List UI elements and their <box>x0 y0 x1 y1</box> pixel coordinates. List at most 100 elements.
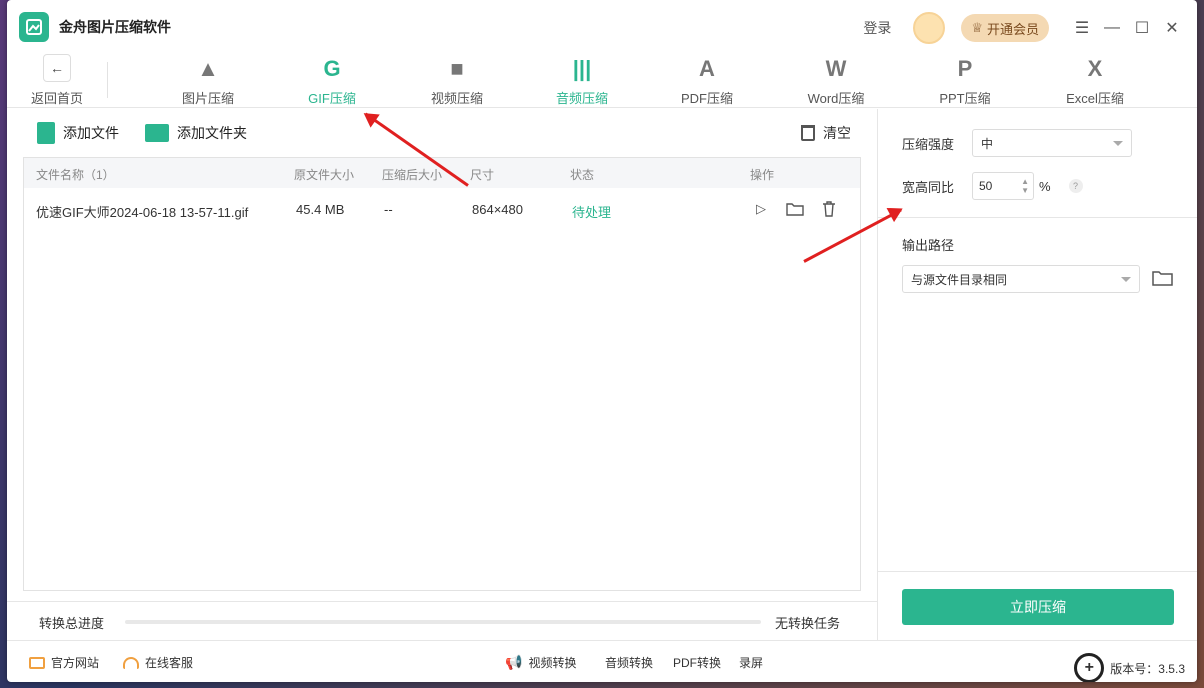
tool-audio-compress[interactable]: ||| 音频压缩 <box>537 54 627 107</box>
file-panel: 添加文件 添加文件夹 清空 文件名称（1） 原文件大小 压缩后大小 尺寸 状态 <box>7 109 877 640</box>
plus-circle-icon: + <box>1074 653 1105 682</box>
close-icon[interactable]: ✕ <box>1157 13 1187 43</box>
menu-icon[interactable]: ☰ <box>1067 13 1097 43</box>
monitor-icon <box>29 656 45 669</box>
pdf-convert-link[interactable]: PDF转换 <box>673 654 721 671</box>
help-icon[interactable]: ? <box>1068 179 1083 193</box>
table-header: 文件名称（1） 原文件大小 压缩后大小 尺寸 状态 操作 <box>24 158 860 188</box>
output-path-select[interactable]: 与源文件目录相同 <box>902 265 1140 293</box>
video-convert-label: 视频转换 <box>528 656 577 670</box>
version-info: + 版本号：3.5.3 <box>1074 653 1185 682</box>
avatar[interactable] <box>913 12 946 44</box>
file-table: 文件名称（1） 原文件大小 压缩后大小 尺寸 状态 操作 优速GIF大师2024… <box>23 157 861 591</box>
orig-size: 45.4 MB <box>296 202 345 217</box>
main-area: 添加文件 添加文件夹 清空 文件名称（1） 原文件大小 压缩后大小 尺寸 状态 <box>7 109 1197 640</box>
ratio-row: 宽高同比 50 ▲ ▼ % ? <box>902 172 1083 200</box>
col-dimension: 尺寸 <box>470 168 495 182</box>
browse-folder-icon[interactable] <box>1152 270 1174 289</box>
tool-label: 音频压缩 <box>555 91 608 106</box>
output-path-value: 与源文件目录相同 <box>911 272 1008 287</box>
chevron-down-icon <box>1113 140 1123 146</box>
tool-pdf-compress[interactable]: A PDF压缩 <box>662 54 752 107</box>
settings-divider-bottom <box>878 571 1197 572</box>
tool-word-compress[interactable]: W Word压缩 <box>791 54 881 107</box>
status-badge: 待处理 <box>572 205 612 220</box>
output-label-row: 输出路径 <box>902 235 954 254</box>
tool-label: PPT压缩 <box>939 91 991 106</box>
headset-icon <box>123 656 139 669</box>
vip-label: 开通会员 <box>986 21 1039 37</box>
video-convert-link[interactable]: 📢 视频转换 <box>505 654 576 671</box>
open-folder-icon[interactable] <box>786 200 804 218</box>
footer: 官方网站 在线客服 📢 视频转换 音频转换 PDF转换 录屏 + 版本号：3.5… <box>7 640 1197 682</box>
add-file-button[interactable]: 添加文件 <box>37 122 119 144</box>
folder-add-icon <box>145 124 169 142</box>
comp-size: -- <box>384 202 393 217</box>
tool-label: GIF压缩 <box>308 91 356 106</box>
record-link[interactable]: 录屏 <box>739 654 763 671</box>
col-status: 状态 <box>570 168 595 182</box>
official-site-link[interactable]: 官方网站 <box>29 654 99 671</box>
official-site-label: 官方网站 <box>51 656 100 670</box>
back-arrow-icon: ← <box>43 54 71 82</box>
tool-gif-compress[interactable]: G GIF压缩 <box>287 54 377 107</box>
ppt-icon: P <box>957 56 973 81</box>
tool-ppt-compress[interactable]: P PPT压缩 <box>920 54 1010 107</box>
vip-button[interactable]: ♕ 开通会员 <box>961 14 1049 42</box>
online-support-link[interactable]: 在线客服 <box>123 654 193 671</box>
table-row[interactable]: 优速GIF大师2024-06-18 13-57-11.gif 45.4 MB -… <box>24 188 860 230</box>
back-home-button[interactable]: ← 返回首页 <box>29 54 85 107</box>
add-folder-button[interactable]: 添加文件夹 <box>145 123 247 143</box>
tool-label: Word压缩 <box>807 91 865 106</box>
tool-excel-compress[interactable]: X Excel压缩 <box>1050 54 1140 107</box>
add-folder-label: 添加文件夹 <box>177 125 247 141</box>
gif-icon: G <box>323 56 341 81</box>
col-orig-size: 原文件大小 <box>294 168 355 182</box>
ratio-stepper[interactable]: 50 ▲ ▼ <box>972 172 1034 200</box>
settings-divider <box>878 217 1197 218</box>
app-title: 金舟图片压缩软件 <box>59 19 171 35</box>
tool-image-compress[interactable]: ▲ 图片压缩 <box>163 54 253 107</box>
minimize-icon[interactable]: — <box>1097 13 1127 43</box>
back-home-label: 返回首页 <box>30 91 83 106</box>
audio-icon: ||| <box>572 56 592 81</box>
maximize-icon[interactable]: ☐ <box>1127 13 1157 43</box>
chevron-down-icon <box>1121 276 1131 282</box>
progress-row: 转换总进度 无转换任务 <box>7 601 877 641</box>
app-window: 金舟图片压缩软件 登录 ♕ 开通会员 ☰ — ☐ ✕ ← 返回首页 ▲ 图片压缩… <box>7 0 1197 682</box>
stepper-arrows-icon[interactable]: ▲ ▼ <box>1021 177 1029 195</box>
progress-bar <box>125 620 761 624</box>
clear-button[interactable]: 清空 <box>801 123 851 143</box>
compress-now-button[interactable]: 立即压缩 <box>902 589 1174 625</box>
ratio-label: 宽高同比 <box>902 179 955 195</box>
title-bar: 金舟图片压缩软件 登录 ♕ 开通会员 ☰ — ☐ ✕ <box>7 0 1197 54</box>
video-icon: ■ <box>450 56 464 81</box>
dimension: 864×480 <box>472 202 523 217</box>
crown-icon: ♕ <box>971 20 983 35</box>
output-label: 输出路径 <box>902 238 955 253</box>
tool-video-compress[interactable]: ■ 视频压缩 <box>412 54 502 107</box>
delete-icon[interactable] <box>820 200 838 218</box>
progress-label: 转换总进度 <box>39 616 105 631</box>
col-comp-size: 压缩后大小 <box>382 168 443 182</box>
file-add-icon <box>37 122 55 144</box>
excel-icon: X <box>1087 56 1103 81</box>
strength-label: 压缩强度 <box>902 136 955 152</box>
toolbar: ← 返回首页 ▲ 图片压缩 G GIF压缩 ■ 视频压缩 ||| 音频压缩 A … <box>7 54 1197 108</box>
clear-label: 清空 <box>823 125 851 141</box>
toolbar-divider <box>107 62 108 98</box>
play-icon[interactable]: ▷ <box>752 200 770 218</box>
image-icon: ▲ <box>197 56 219 81</box>
word-icon: W <box>825 56 847 81</box>
ratio-unit: % <box>1039 178 1051 194</box>
trash-icon <box>801 125 815 141</box>
megaphone-icon: 📢 <box>505 654 523 670</box>
audio-convert-link[interactable]: 音频转换 <box>605 654 653 671</box>
tool-label: 图片压缩 <box>181 91 234 106</box>
strength-select[interactable]: 中 <box>972 129 1132 157</box>
tool-label: PDF压缩 <box>680 91 733 106</box>
version-label: 版本号：3.5.3 <box>1110 661 1185 676</box>
online-support-label: 在线客服 <box>145 656 194 670</box>
app-logo-icon <box>19 12 49 42</box>
login-link[interactable]: 登录 <box>863 18 891 38</box>
